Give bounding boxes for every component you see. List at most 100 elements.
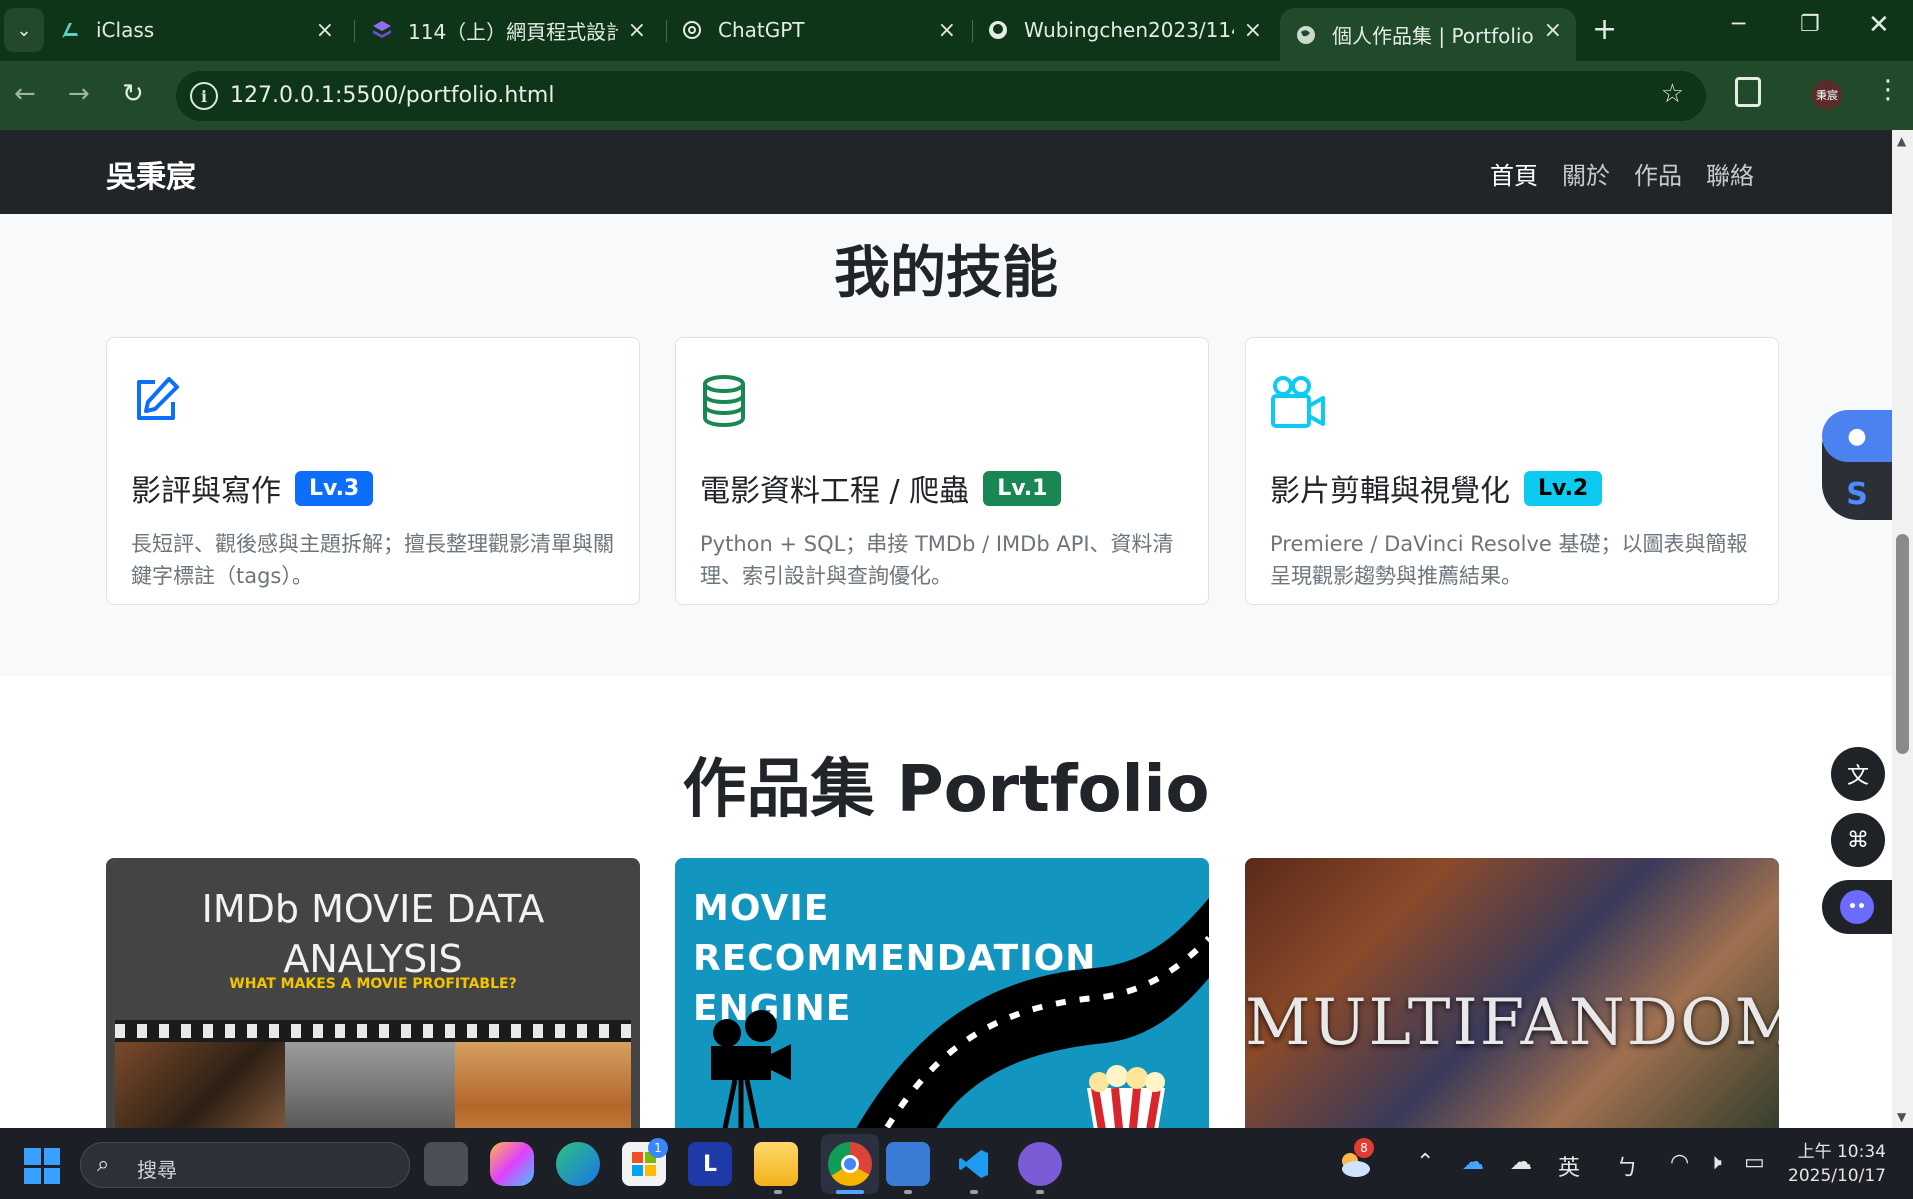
chevron-up-icon[interactable]: ⌃ bbox=[1416, 1150, 1434, 1175]
clock-date: 2025/10/17 bbox=[1788, 1166, 1886, 1186]
chevron-down-icon: ⌄ bbox=[16, 19, 32, 41]
tab-search-button[interactable]: ⌄ bbox=[4, 8, 44, 52]
translate-icon[interactable]: 文 bbox=[1831, 747, 1885, 801]
skill-description: Python + SQL；串接 TMDb / IMDb API、資料清理、索引設… bbox=[700, 532, 1174, 588]
tab-title: iClass bbox=[96, 18, 155, 42]
nav-link-home[interactable]: 首頁 bbox=[1490, 156, 1538, 191]
more-menu-icon[interactable]: ⋮ bbox=[1875, 75, 1901, 105]
scroll-thumb[interactable] bbox=[1896, 534, 1909, 754]
close-icon[interactable]: × bbox=[938, 18, 956, 43]
vpn-cloud-icon[interactable]: ☁ bbox=[1510, 1150, 1532, 1175]
tab-course[interactable]: 114（上）網頁程式設計 × bbox=[370, 10, 660, 50]
tab-chatgpt[interactable]: ChatGPT × bbox=[680, 10, 970, 50]
close-icon[interactable]: × bbox=[1544, 18, 1562, 43]
apps-grid-icon[interactable]: ⌘ bbox=[1831, 813, 1885, 867]
url-text[interactable]: 127.0.0.1:5500/portfolio.html bbox=[230, 83, 554, 108]
skill-description: 長短評、觀後感與主題拆解；擅長整理觀影清單與關鍵字標註（tags）。 bbox=[131, 532, 614, 588]
close-icon[interactable]: × bbox=[1244, 18, 1262, 43]
film-reel-illustration bbox=[711, 898, 1209, 1128]
extensions-icon[interactable] bbox=[1735, 77, 1761, 107]
acorn-icon[interactable]: ● bbox=[1822, 410, 1892, 462]
nav-link-works[interactable]: 作品 bbox=[1634, 156, 1682, 191]
search-icon: ⌕ bbox=[97, 1152, 110, 1177]
skill-name: 電影資料工程 / 爬蟲 bbox=[700, 474, 970, 509]
profile-avatar[interactable]: 秉宸 bbox=[1812, 80, 1842, 110]
popcorn-icon bbox=[1087, 1065, 1165, 1128]
battery-icon[interactable]: ▭ bbox=[1744, 1150, 1765, 1175]
github-desktop-icon[interactable] bbox=[1018, 1142, 1062, 1186]
ime-mode[interactable]: ㄅ bbox=[1616, 1150, 1638, 1182]
windows-taskbar: ⌕ 搜尋 1 L 8 ⌃ ☁ ☁ 英 ㄅ ◠ 🕨 ▭ 上午 10:34 2025… bbox=[0, 1128, 1913, 1199]
nav-link-about[interactable]: 關於 bbox=[1562, 156, 1610, 191]
tab-title: Wubingchen2023/114_ bbox=[1024, 18, 1234, 42]
skill-heading: 影片剪輯與視覺化 Lv.2 bbox=[1270, 466, 1603, 510]
browser-tab-bar: ⌄ iClass × 114（上）網頁程式設計 × ChatGPT × Wubi… bbox=[0, 0, 1913, 61]
skill-name: 影片剪輯與視覺化 bbox=[1270, 474, 1510, 509]
copilot-icon[interactable] bbox=[490, 1142, 534, 1186]
forward-arrow-icon[interactable]: → bbox=[68, 79, 90, 109]
l-app-icon[interactable]: L bbox=[688, 1142, 732, 1186]
tab-iclass[interactable]: iClass × bbox=[58, 10, 348, 50]
task-view-icon[interactable] bbox=[424, 1142, 468, 1186]
extension-logo-icon[interactable]: S bbox=[1822, 468, 1892, 520]
chatgpt-icon bbox=[680, 18, 704, 42]
film-frame bbox=[115, 1042, 285, 1128]
close-icon[interactable]: × bbox=[628, 18, 646, 43]
onedrive-icon[interactable]: ☁ bbox=[1462, 1150, 1484, 1175]
project-image-title: IMDb MOVIE DATA ANALYSIS bbox=[201, 887, 545, 981]
skill-name: 影評與寫作 bbox=[131, 474, 281, 509]
project-image-imdb[interactable]: IMDb MOVIE DATA ANALYSIS WHAT MAKES A MO… bbox=[106, 858, 640, 1128]
minimize-icon[interactable]: ─ bbox=[1732, 12, 1745, 37]
wifi-icon[interactable]: ◠ bbox=[1670, 1150, 1689, 1175]
reload-icon[interactable]: ↻ bbox=[122, 79, 144, 109]
running-indicator bbox=[774, 1190, 782, 1194]
course-icon bbox=[370, 18, 394, 42]
camera-video-icon bbox=[1270, 374, 1326, 434]
page-scrollbar[interactable]: ▲ ▼ bbox=[1892, 130, 1913, 1128]
tab-title: 個人作品集 | Portfolio bbox=[1332, 24, 1534, 48]
extension-floating-pill: ● S bbox=[1822, 410, 1892, 520]
skill-level-badge: Lv.2 bbox=[1524, 470, 1603, 506]
nav-link-contact[interactable]: 聯絡 bbox=[1706, 156, 1754, 191]
windows-start-icon[interactable] bbox=[24, 1148, 60, 1184]
project-image-multifandom[interactable]: MULTIFANDOM bbox=[1245, 858, 1779, 1128]
site-info-icon[interactable]: i bbox=[190, 82, 218, 110]
skill-heading: 電影資料工程 / 爬蟲 Lv.1 bbox=[700, 466, 1062, 510]
ime-language[interactable]: 英 bbox=[1558, 1150, 1580, 1182]
tab-portfolio[interactable]: 個人作品集 | Portfolio × bbox=[1280, 8, 1576, 61]
clock-time: 上午 10:34 bbox=[1797, 1142, 1886, 1162]
taskbar-clock[interactable]: 上午 10:34 2025/10/17 bbox=[1788, 1140, 1886, 1188]
tab-title: 114（上）網頁程式設計 bbox=[408, 19, 618, 44]
site-navbar: 吳秉宸 首頁 關於 作品 聯絡 bbox=[0, 130, 1892, 214]
page-viewport: 吳秉宸 首頁 關於 作品 聯絡 我的技能 影評與寫作 Lv.3 長短評、觀後感與… bbox=[0, 130, 1892, 1128]
bookmark-star-icon[interactable]: ☆ bbox=[1661, 79, 1684, 109]
site-brand[interactable]: 吳秉宸 bbox=[106, 152, 196, 196]
vscode-icon[interactable] bbox=[952, 1142, 996, 1186]
project-image-recommendation[interactable]: MOVIE RECOMMENDATION ENGINE bbox=[675, 858, 1209, 1128]
skills-section-title: 我的技能 bbox=[834, 241, 1058, 306]
skill-level-badge: Lv.1 bbox=[983, 470, 1062, 506]
film-strip bbox=[115, 1020, 631, 1128]
assistant-button[interactable]: •• bbox=[1822, 880, 1892, 934]
taskbar-search-placeholder: 搜尋 bbox=[137, 1158, 177, 1182]
close-window-icon[interactable]: ✕ bbox=[1868, 10, 1890, 40]
volume-muted-icon[interactable]: 🕨 bbox=[1708, 1150, 1722, 1175]
globe-icon bbox=[1294, 23, 1318, 47]
tab-title: ChatGPT bbox=[718, 18, 805, 42]
scroll-down-arrow-icon[interactable]: ▼ bbox=[1897, 1110, 1906, 1124]
close-icon[interactable]: × bbox=[316, 18, 334, 43]
notepad-icon[interactable] bbox=[886, 1142, 930, 1186]
tab-separator bbox=[666, 20, 667, 42]
new-tab-button[interactable]: + bbox=[1592, 12, 1617, 47]
restore-icon[interactable]: ❐ bbox=[1800, 12, 1820, 37]
scroll-up-arrow-icon[interactable]: ▲ bbox=[1897, 134, 1906, 148]
skill-card: 電影資料工程 / 爬蟲 Lv.1 Python + SQL；串接 TMDb / … bbox=[675, 337, 1209, 605]
movie-camera-icon bbox=[711, 1010, 791, 1128]
edge-icon[interactable] bbox=[556, 1142, 600, 1186]
back-arrow-icon[interactable]: ← bbox=[14, 79, 36, 109]
taskbar-search-box[interactable]: ⌕ 搜尋 bbox=[80, 1142, 410, 1188]
file-explorer-icon[interactable] bbox=[754, 1142, 798, 1186]
chrome-icon[interactable] bbox=[828, 1142, 872, 1186]
address-bar[interactable]: i 127.0.0.1:5500/portfolio.html ☆ bbox=[176, 71, 1706, 121]
tab-github[interactable]: Wubingchen2023/114_ × bbox=[986, 10, 1276, 50]
